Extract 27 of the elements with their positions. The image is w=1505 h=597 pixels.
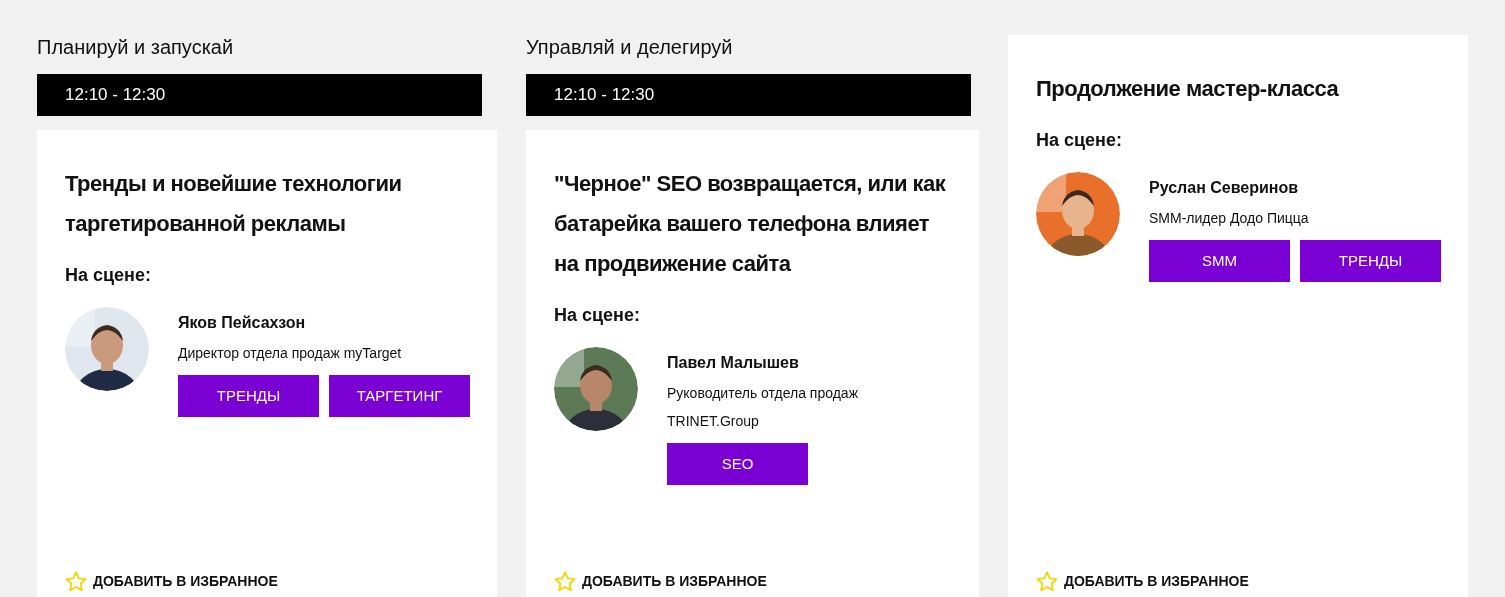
- session-title: Продолжение мастер-класса: [1036, 75, 1340, 103]
- tag-button[interactable]: SEO: [667, 443, 808, 485]
- stage-label: На сцене:: [65, 264, 152, 287]
- speaker-name: Яков Пейсахзон: [178, 313, 307, 333]
- stage-label: На сцене:: [1036, 129, 1123, 152]
- section-heading: Управляй и делегируй: [526, 35, 734, 59]
- speaker-role: SMM-лидер Додо Пицца: [1149, 209, 1310, 228]
- session-title: Тренды и новейшие технологии таргетированной рекламы: [65, 170, 403, 238]
- tag-button[interactable]: ТРЕНДЫ: [178, 375, 319, 417]
- section-heading: Планируй и запускай: [37, 35, 235, 59]
- stage-label: На сцене:: [554, 304, 641, 327]
- speaker-name: Павел Малышев: [667, 353, 800, 373]
- favorite-button[interactable]: ДОБАВИТЬ В ИЗБРАННОЕ: [554, 571, 951, 592]
- tag-button[interactable]: ТАРГЕТИНГ: [329, 375, 470, 417]
- speaker-name: Руслан Северинов: [1149, 178, 1300, 198]
- session-title: "Черное" SEO возвращается, или как батарейка вашего телефона влияет на продвижение сайта: [554, 170, 947, 278]
- speaker-role: Руководитель отдела продаж TRINET.Group: [667, 384, 859, 431]
- star-icon: [554, 571, 576, 592]
- tag-button[interactable]: ТРЕНДЫ: [1300, 240, 1441, 282]
- tag-button[interactable]: SMM: [1149, 240, 1290, 282]
- favorite-button[interactable]: ДОБАВИТЬ В ИЗБРАННОЕ: [65, 571, 469, 592]
- speaker-role: Директор отдела продаж myTarget: [178, 344, 403, 363]
- time-bar: 12:10 - 12:30: [37, 74, 482, 116]
- favorite-button[interactable]: ДОБАВИТЬ В ИЗБРАННОЕ: [1036, 571, 1440, 592]
- star-icon: [65, 571, 87, 592]
- time-bar: 12:10 - 12:30: [526, 74, 971, 116]
- star-icon: [1036, 571, 1058, 592]
